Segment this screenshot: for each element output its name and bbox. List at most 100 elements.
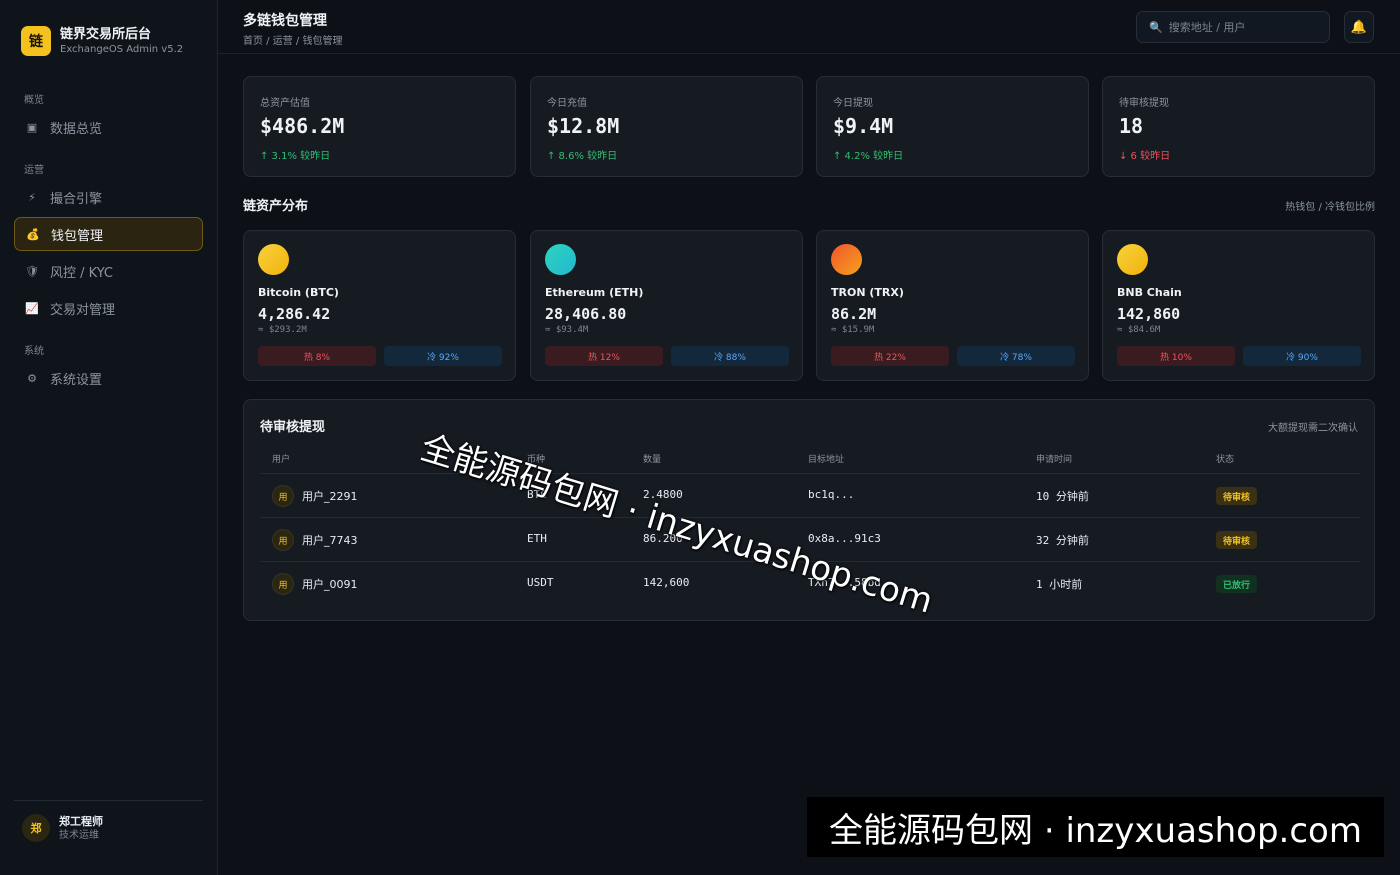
sidebar-item-matching-engine[interactable]: ⚡ 撮合引擎: [14, 180, 203, 214]
chain-usd: ≈ $293.2M: [258, 325, 307, 335]
stat-label: 今日充值: [547, 98, 587, 109]
cell-amount: 142,600: [643, 576, 690, 589]
chain-amount: 142,860: [1117, 305, 1181, 323]
stat-card-total-assets: 总资产估值 $486.2M ↑ 3.1% 较昨日: [243, 76, 516, 177]
cell-user: 用户_2291: [302, 490, 358, 503]
stat-change: ↑ 4.2% 较昨日: [833, 151, 904, 162]
search-box: 🔍: [1136, 11, 1330, 43]
column-header-time[interactable]: 申请时间: [1036, 452, 1072, 465]
notification-button[interactable]: 🔔: [1344, 11, 1374, 43]
sidebar-item-settings[interactable]: ⚙ 系统设置: [14, 361, 203, 395]
avatar: 用: [272, 529, 294, 551]
cell-time: 32 分钟前: [1036, 534, 1089, 547]
nav-section-overview: 概览: [24, 95, 44, 106]
status-badge: 已放行: [1216, 575, 1258, 593]
status-badge: 待审核: [1216, 531, 1258, 549]
hot-wallet-ratio: 热 12%: [545, 346, 663, 366]
stat-change: ↑ 8.6% 较昨日: [547, 151, 618, 162]
sidebar: 链 链界交易所后台 ExchangeOS Admin v5.2 概览 ▣ 数据总…: [0, 0, 218, 875]
cell-user: 用户_0091: [302, 578, 358, 591]
chain-name: Bitcoin (BTC): [258, 286, 339, 299]
chain-card-bnb[interactable]: BNB Chain 142,860 ≈ $84.6M 热 10% 冷 90%: [1102, 230, 1375, 381]
tron-icon: [831, 244, 862, 275]
page-title: 多链钱包管理: [243, 13, 327, 29]
chain-amount: 28,406.80: [545, 305, 627, 323]
stat-card-withdrawals: 今日提现 $9.4M ↑ 4.2% 较昨日: [816, 76, 1089, 177]
search-icon: 🔍: [1149, 20, 1163, 34]
cell-user: 用户_7743: [302, 534, 358, 547]
hot-wallet-ratio: 热 22%: [831, 346, 949, 366]
sidebar-item-label: 数据总览: [50, 121, 103, 137]
chain-card-eth[interactable]: Ethereum (ETH) 28,406.80 ≈ $93.4M 热 12% …: [530, 230, 803, 381]
status-badge: 待审核: [1216, 487, 1258, 505]
brand-title: 链界交易所后台: [60, 26, 152, 42]
bell-icon: 🔔: [1350, 19, 1368, 35]
chain-card-btc[interactable]: Bitcoin (BTC) 4,286.42 ≈ $293.2M 热 8% 冷 …: [243, 230, 516, 381]
column-header-amount[interactable]: 数量: [643, 452, 661, 465]
user-name: 郑工程师: [59, 814, 103, 828]
bitcoin-icon: [258, 244, 289, 275]
brand[interactable]: 链 链界交易所后台 ExchangeOS Admin v5.2: [21, 26, 183, 56]
stat-label: 待审核提现: [1119, 98, 1169, 109]
gear-icon: ⚙: [27, 371, 37, 385]
column-header-user[interactable]: 用户: [272, 452, 290, 465]
header: 多链钱包管理 首页 / 运营 / 钱包管理 🔍 🔔: [218, 0, 1400, 54]
chains-section-note: 热钱包 / 冷钱包比例: [1285, 202, 1375, 213]
user-profile[interactable]: 郑 郑工程师 技术运维: [22, 814, 103, 842]
table-title: 待审核提现: [260, 420, 326, 435]
bnb-icon: [1117, 244, 1148, 275]
chain-name: Ethereum (ETH): [545, 286, 644, 299]
user-role: 技术运维: [59, 829, 99, 841]
avatar: 郑: [22, 814, 50, 842]
sidebar-item-label: 风控 / KYC: [50, 265, 114, 281]
stat-change: ↓ 6 较昨日: [1119, 151, 1171, 162]
nav-section-system: 系统: [24, 346, 44, 357]
sidebar-item-label: 钱包管理: [51, 228, 104, 244]
column-header-status[interactable]: 状态: [1216, 452, 1234, 465]
stat-change: ↑ 3.1% 较昨日: [260, 151, 331, 162]
brand-logo: 链: [21, 26, 51, 56]
stat-label: 总资产估值: [260, 98, 310, 109]
table-row[interactable]: 用 用户_2291 BTC 2.4800 bc1q... 10 分钟前 待审核: [260, 474, 1360, 518]
sidebar-item-risk-kyc[interactable]: 🛡 风控 / KYC: [14, 254, 203, 288]
sidebar-item-trading-pairs[interactable]: 📈 交易对管理: [14, 291, 203, 325]
chain-usd: ≈ $93.4M: [545, 325, 589, 335]
stat-card-deposits: 今日充值 $12.8M ↑ 8.6% 较昨日: [530, 76, 803, 177]
lightning-icon: ⚡: [28, 190, 36, 204]
chain-name: BNB Chain: [1117, 286, 1182, 299]
chains-section-title: 链资产分布: [243, 199, 309, 214]
hot-wallet-ratio: 热 8%: [258, 346, 376, 366]
chain-card-trx[interactable]: TRON (TRX) 86.2M ≈ $15.9M 热 22% 冷 78%: [816, 230, 1089, 381]
chain-usd: ≈ $15.9M: [831, 325, 875, 335]
stat-value: $12.8M: [547, 114, 620, 138]
cold-wallet-ratio: 冷 92%: [384, 346, 502, 366]
cell-address: bc1q...: [808, 488, 855, 501]
cell-coin: ETH: [527, 532, 547, 545]
cold-wallet-ratio: 冷 78%: [957, 346, 1075, 366]
shield-icon: 🛡: [25, 264, 39, 278]
sidebar-item-label: 交易对管理: [50, 302, 116, 318]
sidebar-item-wallet[interactable]: 💰 钱包管理: [14, 217, 203, 251]
chain-name: TRON (TRX): [831, 286, 904, 299]
column-header-address[interactable]: 目标地址: [808, 452, 844, 465]
ethereum-icon: [545, 244, 576, 275]
chain-usd: ≈ $84.6M: [1117, 325, 1161, 335]
sidebar-item-label: 系统设置: [50, 372, 103, 388]
chain-amount: 86.2M: [831, 305, 877, 323]
sidebar-item-dashboard[interactable]: ▣ 数据总览: [14, 110, 203, 144]
brand-subtitle: ExchangeOS Admin v5.2: [60, 43, 184, 55]
cell-time: 1 小时前: [1036, 578, 1083, 591]
search-input[interactable]: [1168, 20, 1319, 34]
sidebar-item-label: 撮合引擎: [50, 191, 103, 207]
hot-wallet-ratio: 热 10%: [1117, 346, 1235, 366]
stat-card-pending: 待审核提现 18 ↓ 6 较昨日: [1102, 76, 1375, 177]
watermark-banner: 全能源码包网 · inzyxuashop.com: [807, 797, 1384, 857]
sidebar-divider: [14, 800, 203, 801]
stat-label: 今日提现: [833, 98, 873, 109]
avatar: 用: [272, 573, 294, 595]
money-bag-icon: 💰: [26, 227, 40, 241]
withdrawals-table-card: 待审核提现 大额提现需二次确认 用户 币种 数量 目标地址 申请时间 状态 用 …: [243, 399, 1375, 621]
chart-icon: 📈: [25, 301, 39, 315]
cell-coin: USDT: [527, 576, 554, 589]
nav-section-operations: 运营: [24, 165, 44, 176]
